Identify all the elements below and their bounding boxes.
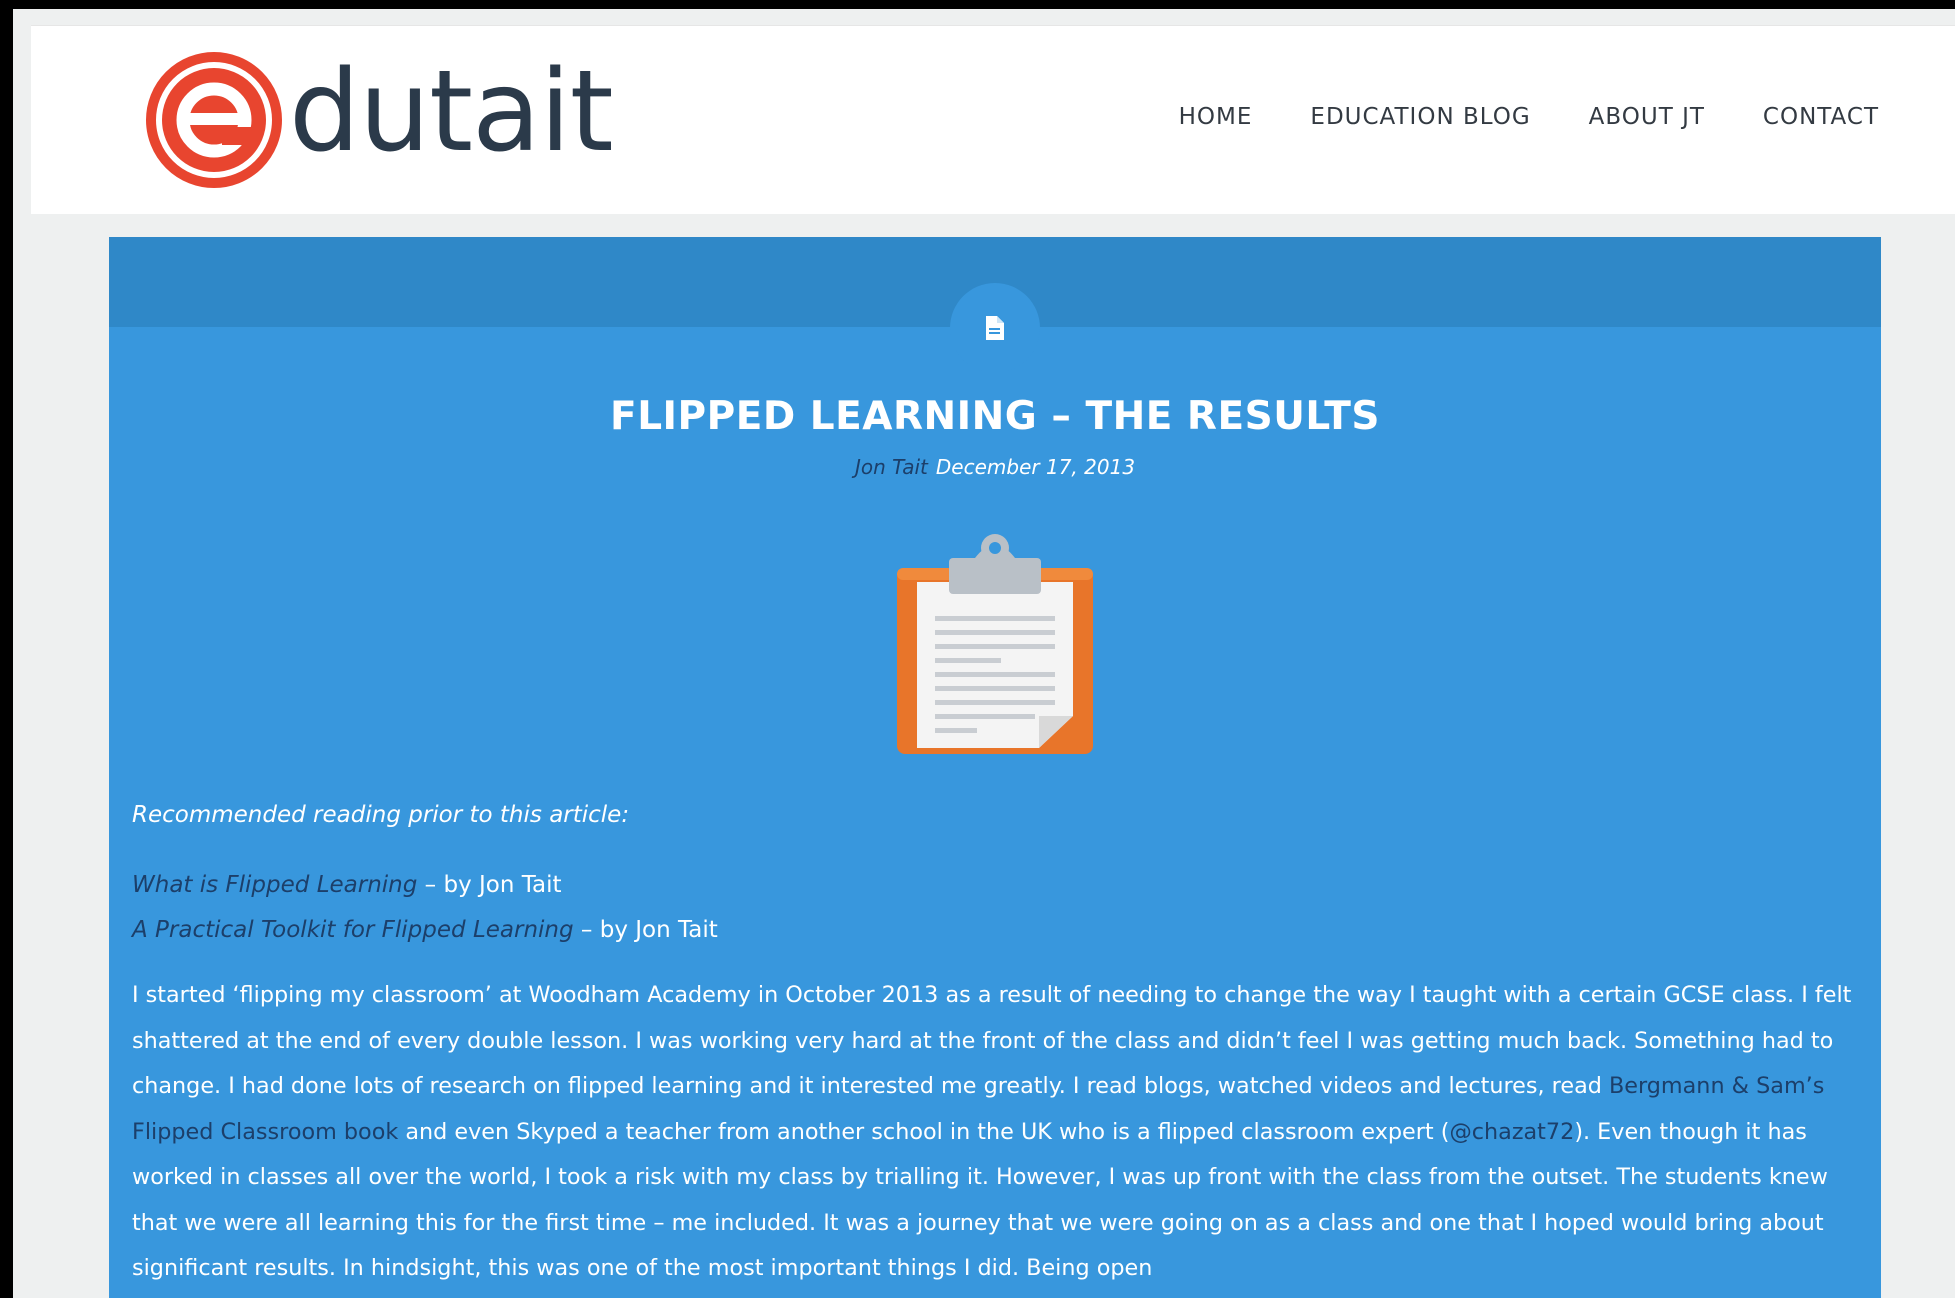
post-title: FLIPPED LEARNING – THE RESULTS <box>610 394 1380 439</box>
main-nav: HOME EDUCATION BLOG ABOUT JT CONTACT <box>1179 104 1879 130</box>
recommended-reading-intro: Recommended reading prior to this articl… <box>132 802 630 828</box>
nav-about-jt[interactable]: ABOUT JT <box>1589 104 1705 130</box>
window-frame-left <box>0 0 13 1298</box>
logo-e-mark-icon <box>146 52 282 188</box>
twitter-link[interactable]: @chazat72 <box>1449 1119 1574 1145</box>
nav-contact[interactable]: CONTACT <box>1763 104 1879 130</box>
nav-home[interactable]: HOME <box>1179 104 1253 130</box>
article-paragraph: I started ‘flipping my classroom’ at Woo… <box>132 973 1862 1292</box>
reading-link-practical-toolkit[interactable]: A Practical Toolkit for Flipped Learning <box>132 917 574 943</box>
post-content: Recommended reading prior to this articl… <box>132 797 1862 1292</box>
post-meta: Jon Tait December 17, 2013 <box>109 455 1881 479</box>
logo-text: dutait <box>289 47 614 177</box>
reading-link-what-is-flipped-learning[interactable]: What is Flipped Learning <box>132 872 417 898</box>
window-frame-top <box>0 0 1955 9</box>
site-header: dutait HOME EDUCATION BLOG ABOUT JT CONT… <box>31 25 1955 214</box>
post-card: FLIPPED LEARNING – THE RESULTS Jon Tait D… <box>109 237 1881 1298</box>
page: dutait HOME EDUCATION BLOG ABOUT JT CONT… <box>13 9 1955 1298</box>
recommended-reading-list: What is Flipped Learning – by Jon Tait A… <box>132 863 1862 953</box>
list-item: What is Flipped Learning – by Jon Tait <box>132 863 1862 908</box>
list-item: A Practical Toolkit for Flipped Learning… <box>132 908 1862 953</box>
post-author-link[interactable]: Jon Tait <box>855 455 928 479</box>
paragraph-text: I started ‘flipping my classroom’ at Woo… <box>132 982 1852 1099</box>
site-logo[interactable]: dutait <box>144 50 614 190</box>
nav-education-blog[interactable]: EDUCATION BLOG <box>1310 104 1530 130</box>
clipboard-icon <box>897 534 1093 754</box>
paragraph-text: and even Skyped a teacher from another s… <box>398 1118 1450 1145</box>
reading-author: – by Jon Tait <box>417 872 562 898</box>
reading-author: – by Jon Tait <box>573 917 718 943</box>
post-date: December 17, 2013 <box>935 455 1136 479</box>
document-icon <box>986 316 1004 340</box>
